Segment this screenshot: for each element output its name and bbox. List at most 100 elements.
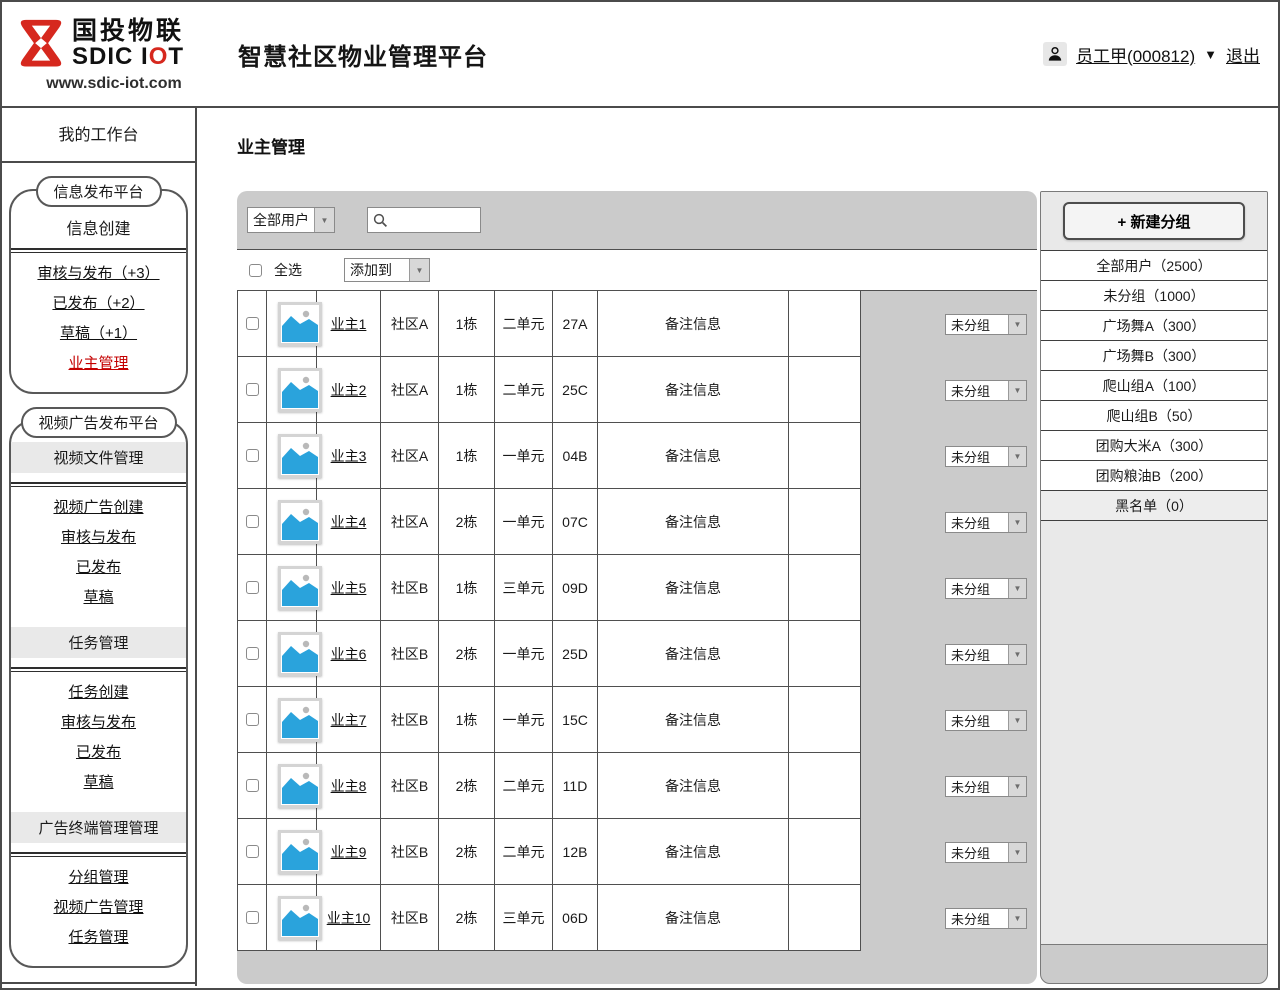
- sidebar-item-link[interactable]: 任务创建: [68, 681, 128, 702]
- chevron-down-icon[interactable]: ▼: [1008, 381, 1026, 400]
- owner-photo-thumbnail[interactable]: [278, 896, 322, 940]
- chevron-down-icon[interactable]: ▼: [1008, 711, 1026, 730]
- nav-section-header[interactable]: 广告终端管理管理: [11, 812, 186, 843]
- group-list-item[interactable]: 广场舞A（300）: [1041, 311, 1267, 341]
- owner-name-link[interactable]: 业主7: [331, 710, 367, 730]
- owner-name-link[interactable]: 业主5: [331, 578, 367, 598]
- row-group-select[interactable]: 未分组▼: [945, 908, 1027, 929]
- owner-photo-thumbnail[interactable]: [278, 500, 322, 544]
- owner-photo-thumbnail[interactable]: [278, 368, 322, 412]
- sidebar-item-info-create[interactable]: 信息创建: [11, 215, 186, 239]
- row-group-select[interactable]: 未分组▼: [945, 710, 1027, 731]
- row-checkbox[interactable]: [246, 845, 259, 858]
- nav-group-info-platform-title[interactable]: 信息发布平台: [35, 176, 161, 207]
- owner-photo-thumbnail[interactable]: [278, 830, 322, 874]
- group-list-item[interactable]: 黑名单（0）: [1041, 491, 1267, 521]
- sidebar-item-link[interactable]: 分组管理: [68, 866, 128, 887]
- chevron-down-icon[interactable]: ▼: [1008, 777, 1026, 796]
- owner-name-link[interactable]: 业主3: [331, 446, 367, 466]
- sidebar-item-link[interactable]: 已发布: [76, 741, 121, 762]
- row-checkbox[interactable]: [246, 911, 259, 924]
- row-checkbox[interactable]: [246, 515, 259, 528]
- row-group-select[interactable]: 未分组▼: [945, 512, 1027, 533]
- room-cell: 12B: [553, 819, 598, 885]
- owner-name-link[interactable]: 业主4: [331, 512, 367, 532]
- row-group-select[interactable]: 未分组▼: [945, 446, 1027, 467]
- group-list-item[interactable]: 广场舞B（300）: [1041, 341, 1267, 371]
- add-to-group-select[interactable]: 添加到▼: [344, 258, 430, 282]
- owner-photo-thumbnail[interactable]: [278, 698, 322, 742]
- current-user-link[interactable]: 员工甲(000812): [1076, 42, 1195, 67]
- owner-photo-thumbnail[interactable]: [278, 764, 322, 808]
- chevron-down-icon[interactable]: ▼: [409, 259, 429, 281]
- room-cell: 11D: [553, 753, 598, 819]
- owner-name-link[interactable]: 业主9: [331, 842, 367, 862]
- sidebar-item-workbench[interactable]: 我的工作台: [2, 108, 195, 163]
- owner-photo-thumbnail[interactable]: [278, 566, 322, 610]
- chevron-down-icon[interactable]: ▼: [1008, 579, 1026, 598]
- group-list-item[interactable]: 未分组（1000）: [1041, 281, 1267, 311]
- chevron-down-icon[interactable]: ▼: [1008, 843, 1026, 862]
- owner-name-link[interactable]: 业主8: [331, 776, 367, 796]
- row-checkbox[interactable]: [246, 713, 259, 726]
- sidebar-item-link[interactable]: 草稿: [83, 771, 113, 792]
- user-filter-select[interactable]: 全部用户▼: [247, 207, 335, 233]
- group-list-empty-area: [1041, 521, 1267, 945]
- nav-section-header[interactable]: 视频文件管理: [11, 442, 186, 473]
- community-cell: 社区A: [381, 423, 439, 489]
- row-checkbox[interactable]: [246, 383, 259, 396]
- owner-name-link[interactable]: 业主1: [331, 314, 367, 334]
- sidebar-item-link[interactable]: 审核与发布: [61, 711, 136, 732]
- sidebar-item-owner-management-active[interactable]: 业主管理: [68, 352, 128, 373]
- row-checkbox[interactable]: [246, 779, 259, 792]
- table-row: 业主3 社区A 1栋 一单元 04B 备注信息 未分组▼: [237, 423, 1037, 489]
- chevron-down-icon[interactable]: ▼: [1008, 513, 1026, 532]
- row-group-select[interactable]: 未分组▼: [945, 776, 1027, 797]
- nav-section-header[interactable]: 任务管理: [11, 627, 186, 658]
- nav-group-video-platform-title[interactable]: 视频广告发布平台: [20, 407, 176, 438]
- row-group-select[interactable]: 未分组▼: [945, 380, 1027, 401]
- remark-cell: 备注信息: [598, 819, 789, 885]
- logout-link[interactable]: 退出: [1226, 42, 1260, 67]
- row-checkbox[interactable]: [246, 581, 259, 594]
- chevron-down-icon[interactable]: ▼: [1008, 645, 1026, 664]
- sidebar-item-link[interactable]: 任务管理: [68, 926, 128, 947]
- owner-name-link[interactable]: 业主2: [331, 380, 367, 400]
- row-group-select[interactable]: 未分组▼: [945, 578, 1027, 599]
- row-group-select[interactable]: 未分组▼: [945, 842, 1027, 863]
- sidebar-item-link[interactable]: 草稿（+1）: [60, 322, 137, 343]
- sidebar-item-link[interactable]: 审核与发布（+3）: [37, 262, 159, 283]
- new-group-button[interactable]: + 新建分组: [1063, 202, 1245, 240]
- sidebar-item-link[interactable]: 草稿: [83, 586, 113, 607]
- group-list-item[interactable]: 全部用户（2500）: [1041, 251, 1267, 281]
- room-cell: 06D: [553, 885, 598, 951]
- user-menu-chevron-down-icon[interactable]: ▼: [1204, 47, 1217, 62]
- owner-name-link[interactable]: 业主10: [327, 908, 371, 928]
- building-cell: 1栋: [439, 423, 495, 489]
- chevron-down-icon[interactable]: ▼: [314, 208, 334, 232]
- search-input[interactable]: [391, 210, 475, 230]
- row-checkbox[interactable]: [246, 449, 259, 462]
- groups-panel: + 新建分组 全部用户（2500） 未分组（1000） 广场舞A（300） 广场…: [1040, 191, 1268, 984]
- chevron-down-icon[interactable]: ▼: [1008, 447, 1026, 466]
- sidebar-item-link[interactable]: 已发布（+2）: [52, 292, 144, 313]
- select-all-checkbox[interactable]: [249, 264, 262, 277]
- row-group-select[interactable]: 未分组▼: [945, 644, 1027, 665]
- sidebar-item-link[interactable]: 视频广告创建: [53, 496, 143, 517]
- owner-photo-thumbnail[interactable]: [278, 632, 322, 676]
- sidebar-item-link[interactable]: 视频广告管理: [53, 896, 143, 917]
- group-list-item[interactable]: 团购粮油B（200）: [1041, 461, 1267, 491]
- chevron-down-icon[interactable]: ▼: [1008, 315, 1026, 334]
- owner-photo-thumbnail[interactable]: [278, 434, 322, 478]
- chevron-down-icon[interactable]: ▼: [1008, 909, 1026, 928]
- sidebar-item-link[interactable]: 已发布: [76, 556, 121, 577]
- row-checkbox[interactable]: [246, 647, 259, 660]
- group-list-item[interactable]: 团购大米A（300）: [1041, 431, 1267, 461]
- owner-photo-thumbnail[interactable]: [278, 302, 322, 346]
- row-group-select[interactable]: 未分组▼: [945, 314, 1027, 335]
- owner-name-link[interactable]: 业主6: [331, 644, 367, 664]
- group-list-item[interactable]: 爬山组B（50）: [1041, 401, 1267, 431]
- row-checkbox[interactable]: [246, 317, 259, 330]
- sidebar-item-link[interactable]: 审核与发布: [61, 526, 136, 547]
- group-list-item[interactable]: 爬山组A（100）: [1041, 371, 1267, 401]
